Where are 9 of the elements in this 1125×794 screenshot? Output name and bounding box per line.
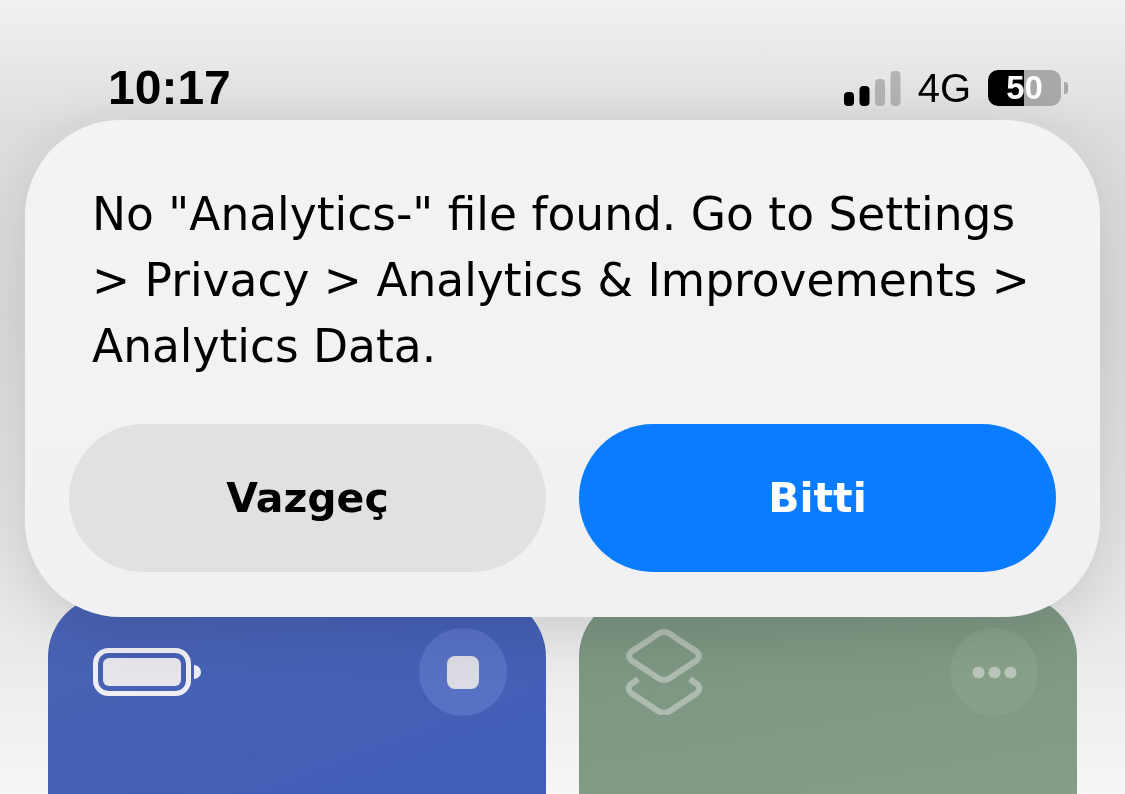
done-button[interactable]: Bitti <box>579 424 1056 572</box>
ellipsis-icon <box>971 665 1017 679</box>
alert-message: No "Analytics-" file found. Go to Settings > Privacy > Analytics & Improvements > Analytics Data. <box>92 187 1031 375</box>
network-type: 4G <box>917 68 971 108</box>
stop-icon <box>447 655 479 689</box>
status-time: 10:17 <box>108 64 231 112</box>
cancel-button[interactable]: Vazgeç <box>69 424 546 572</box>
signal-icon <box>843 70 901 106</box>
layers-icon <box>624 629 704 715</box>
